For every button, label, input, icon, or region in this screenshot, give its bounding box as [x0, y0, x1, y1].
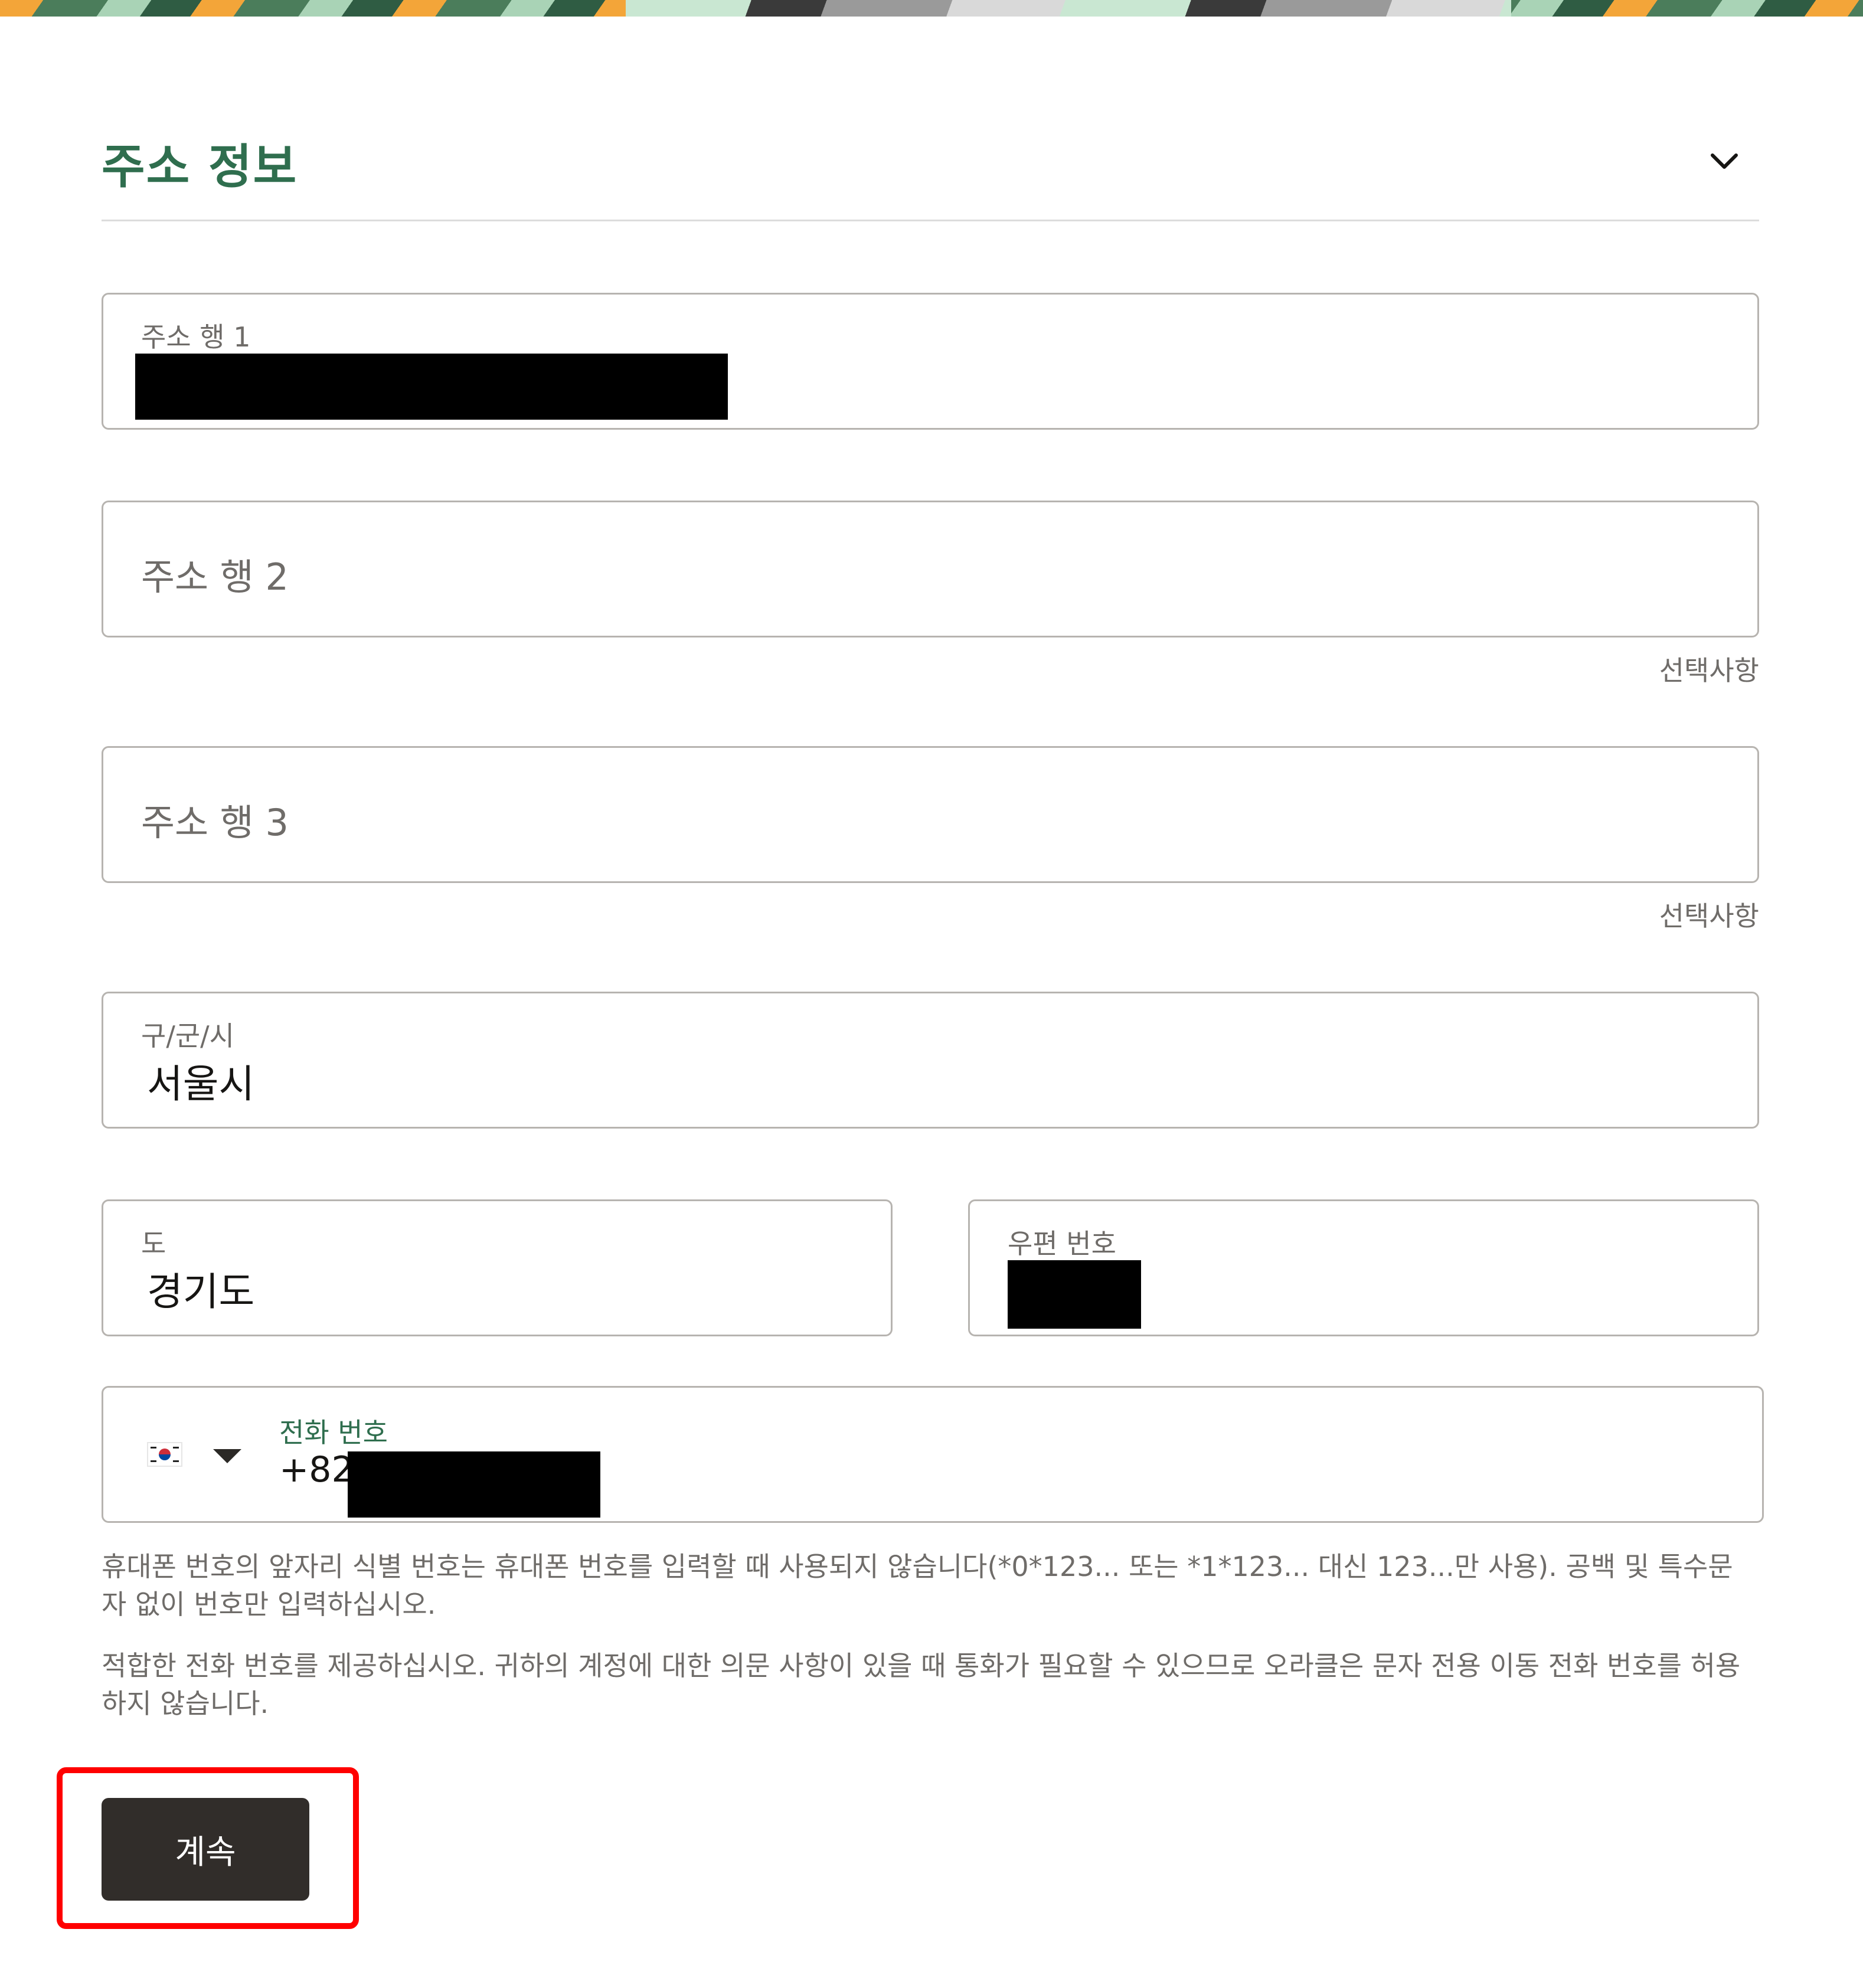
section-title: 주소 정보 — [102, 139, 298, 194]
address-line-1-label: 주소 행 1 — [141, 321, 251, 353]
south-korea-flag-icon[interactable] — [148, 1443, 181, 1466]
province-label: 도 — [141, 1228, 166, 1260]
top-banner — [0, 0, 1863, 17]
redacted-block — [135, 354, 728, 420]
address-line-2-optional-hint: 선택사항 — [1659, 655, 1759, 686]
province-value: 경기도 — [147, 1269, 255, 1315]
address-line-3-placeholder: 주소 행 3 — [141, 801, 289, 844]
postal-code-label: 우편 번호 — [1008, 1228, 1116, 1260]
postal-code-field[interactable]: 우편 번호 — [968, 1199, 1759, 1336]
caret-down-icon[interactable] — [213, 1449, 241, 1463]
phone-help-text-2: 적합한 전화 번호를 제공하십시오. 귀하의 계정에 대한 의문 사항이 있을 … — [102, 1650, 1741, 1719]
redacted-block — [348, 1451, 600, 1518]
banner-pattern — [626, 0, 1511, 17]
phone-help-text-1: 휴대폰 번호의 앞자리 식별 번호는 휴대폰 번호를 입력할 때 사용되지 않습… — [102, 1551, 1733, 1620]
address-line-1-field[interactable]: 주소 행 1 — [102, 293, 1759, 430]
phone-country-code: +82 — [279, 1449, 354, 1490]
city-value: 서울시 — [147, 1061, 255, 1107]
city-label: 구/군/시 — [141, 1020, 234, 1052]
address-line-2-placeholder: 주소 행 2 — [141, 555, 289, 599]
phone-label: 전화 번호 — [279, 1417, 388, 1449]
continue-button[interactable]: 계속 — [102, 1798, 309, 1901]
city-field[interactable]: 구/군/시 서울시 — [102, 992, 1759, 1129]
address-line-3-optional-hint: 선택사항 — [1659, 900, 1759, 932]
phone-field[interactable]: 전화 번호 +82 — [102, 1386, 1764, 1523]
province-field[interactable]: 도 경기도 — [102, 1199, 893, 1336]
address-line-3-field[interactable]: 주소 행 3 — [102, 746, 1759, 883]
section-divider — [102, 220, 1759, 221]
chevron-down-icon[interactable] — [1710, 152, 1739, 171]
address-line-2-field[interactable]: 주소 행 2 — [102, 501, 1759, 637]
redacted-block — [1008, 1260, 1141, 1329]
